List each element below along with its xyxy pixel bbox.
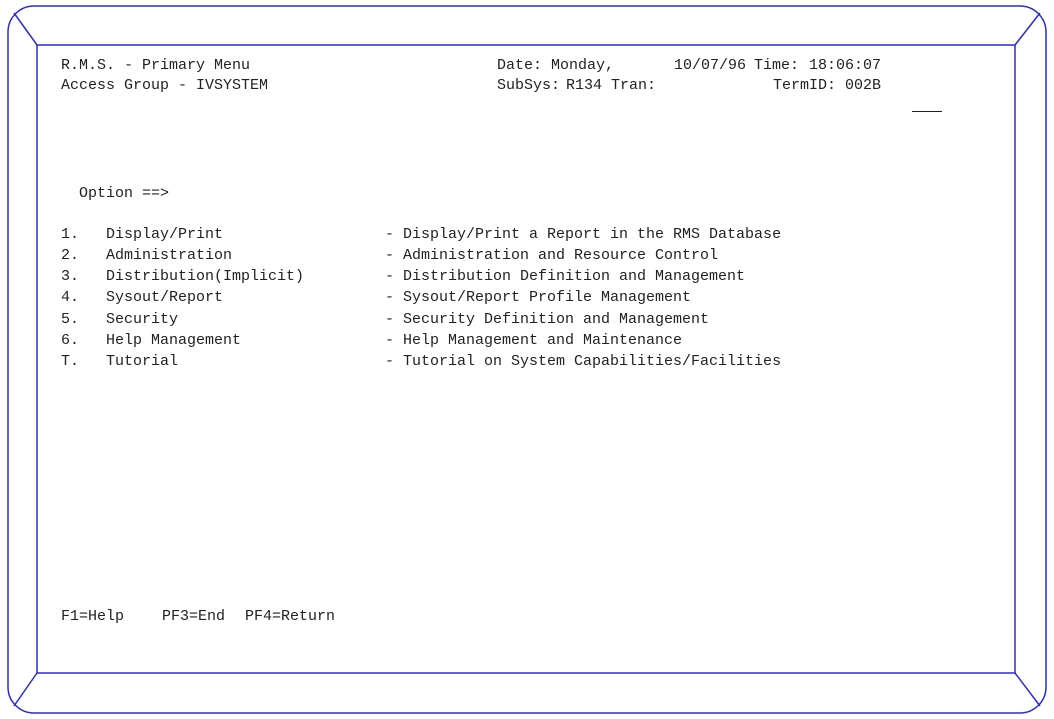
menu-desc: - Administration and Resource Control xyxy=(385,247,719,264)
menu-key[interactable]: 1. xyxy=(61,224,79,246)
option-input-field[interactable] xyxy=(197,184,287,202)
function-key-return[interactable]: PF4=Return xyxy=(245,606,335,628)
termid-entry-field[interactable] xyxy=(894,75,943,112)
menu-key[interactable]: T. xyxy=(61,351,79,373)
termid-label: TermID: xyxy=(773,77,837,94)
menu-desc: - Tutorial on System Capabilities/Facili… xyxy=(385,353,782,370)
bezel-corner-tr xyxy=(1014,12,1041,46)
menu-desc: - Distribution Definition and Management xyxy=(385,268,746,285)
bezel-corner-br xyxy=(1014,672,1041,707)
menu-desc: - Help Management and Maintenance xyxy=(385,332,683,349)
menu-desc: - Security Definition and Management xyxy=(385,311,710,328)
termid-value: 002B xyxy=(845,77,882,94)
menu-item-tutorial[interactable]: Tutorial xyxy=(106,351,178,373)
menu-item-administration[interactable]: Administration xyxy=(106,245,232,267)
time-value: 18:06:07 xyxy=(809,57,882,74)
function-key-help[interactable]: F1=Help xyxy=(61,606,124,628)
bezel-corner-bl xyxy=(13,672,38,707)
bezel-corner-tl xyxy=(13,12,38,46)
menu-key[interactable]: 2. xyxy=(61,245,79,267)
screen-title: R.M.S. - Primary Menu xyxy=(61,57,251,74)
option-prompt: Option ==> xyxy=(61,161,169,202)
menu-key[interactable]: 5. xyxy=(61,309,79,331)
menu-key[interactable]: 4. xyxy=(61,287,79,309)
menu-item-display-print[interactable]: Display/Print xyxy=(106,224,223,246)
option-prompt-label: Option ==> xyxy=(79,185,170,202)
function-key-end[interactable]: PF3=End xyxy=(162,606,225,628)
menu-item-distribution[interactable]: Distribution(Implicit) xyxy=(106,266,304,288)
menu-key[interactable]: 3. xyxy=(61,266,79,288)
subsys-label: SubSys: xyxy=(497,77,561,94)
menu-key[interactable]: 6. xyxy=(61,330,79,352)
menu-desc: - Sysout/Report Profile Management xyxy=(385,289,692,306)
date-value: 10/07/96 xyxy=(674,57,747,74)
menu-item-security[interactable]: Security xyxy=(106,309,178,331)
tran-label: Tran: xyxy=(611,77,657,94)
termid-entry-blank[interactable] xyxy=(912,97,943,112)
menu-item-help-management[interactable]: Help Management xyxy=(106,330,241,352)
option-input[interactable] xyxy=(179,161,287,183)
date-label: Date: Monday, xyxy=(497,57,615,74)
menu-desc: - Display/Print a Report in the RMS Data… xyxy=(385,226,782,243)
menu-item-sysout-report[interactable]: Sysout/Report xyxy=(106,287,223,309)
subsys-value: R134 xyxy=(566,77,603,94)
access-group: Access Group - IVSYSTEM xyxy=(61,77,269,94)
time-label: Time: xyxy=(754,57,800,74)
